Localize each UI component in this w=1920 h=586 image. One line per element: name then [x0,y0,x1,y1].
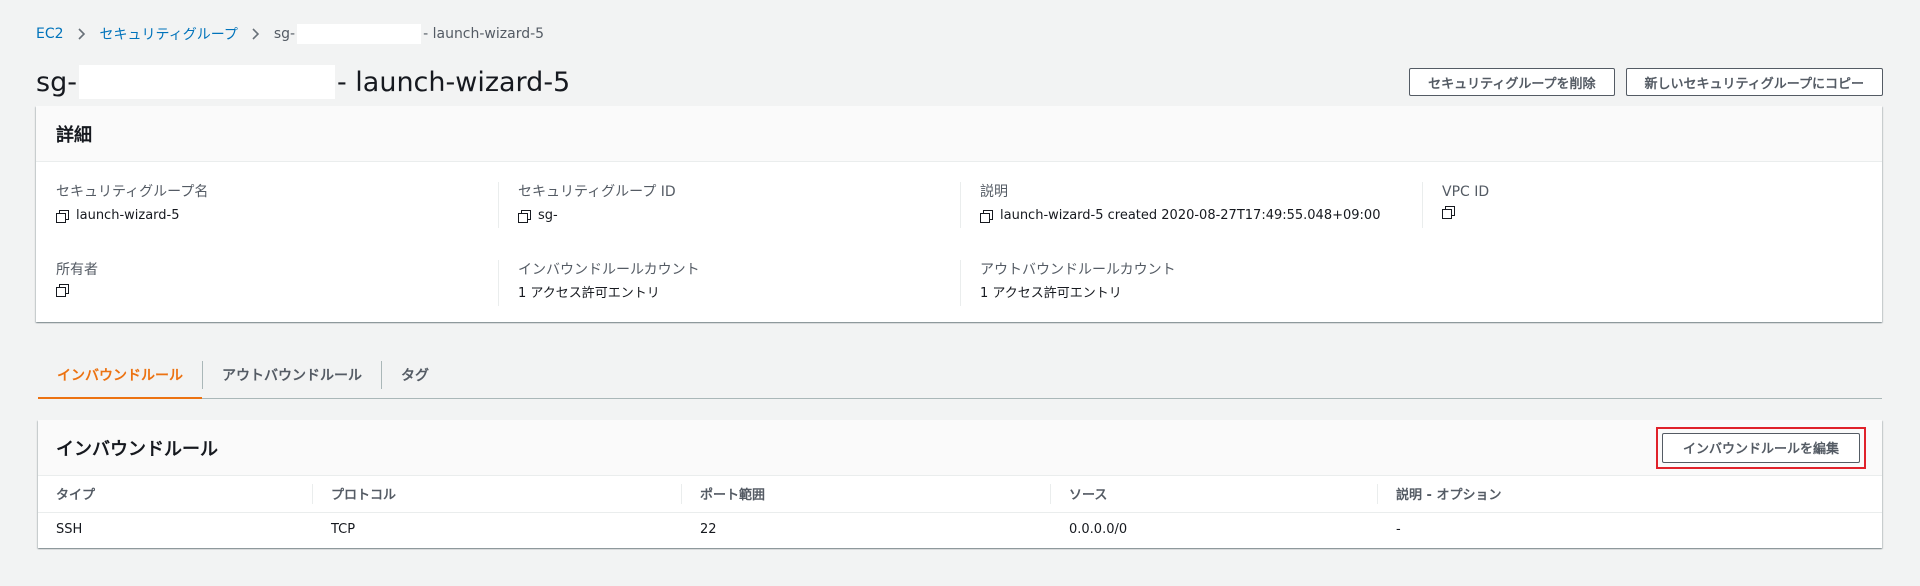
copy-icon[interactable] [980,209,993,223]
details-header: 詳細 [36,106,1882,162]
column-header-label: ポート範囲 [700,488,766,504]
column-divider [960,182,961,228]
column-header-label: タイプ [56,488,96,504]
page-title-prefix: sg- [36,66,77,98]
field-value [1442,206,1882,219]
column-divider [498,260,499,306]
cell-type: SSH [56,522,83,538]
breadcrumb-ec2-link[interactable]: EC2 [36,26,64,42]
table-header-row: タイプ プロトコル ポート範囲 ソース 説明 - オプション [38,476,1882,513]
field-label: セキュリティグループ名 [56,184,209,200]
column-header-label: 説明 - オプション [1396,488,1502,504]
breadcrumb-current: sg- - launch-wizard-5 [274,24,544,44]
cell-port-range: 22 [700,522,717,538]
column-header-label: ソース [1069,488,1108,504]
header-actions: セキュリティグループを削除 新しいセキュリティグループにコピー [1409,68,1883,96]
copy-icon[interactable] [56,284,69,297]
cell-protocol: TCP [331,522,356,538]
cell-description: - [1396,522,1401,538]
redacted-area [78,65,335,99]
redacted-area [297,24,422,44]
field-owner: 所有者 [56,260,496,297]
details-grid: セキュリティグループ名 launch-wizard-5 セキュリティグループ I… [36,162,1882,322]
details-panel: 詳細 セキュリティグループ名 launch-wizard-5 セキュリティグルー… [36,106,1882,322]
field-security-group-name: セキュリティグループ名 launch-wizard-5 [56,182,496,226]
field-value: launch-wizard-5 created 2020-08-27T17:49… [980,206,1420,226]
field-value-text: launch-wizard-5 created 2020-08-27T17:49… [1000,208,1381,223]
page-title: sg- - launch-wizard-5 [36,62,570,102]
delete-security-group-button[interactable]: セキュリティグループを削除 [1409,68,1615,96]
field-value: sg- [518,206,958,226]
field-label: 説明 [980,184,1008,200]
field-inbound-rule-count: インバウンドルールカウント 1 アクセス許可エントリ [518,260,958,304]
tab-outbound-rules[interactable]: アウトバウンドルール [203,352,381,398]
inbound-rules-header: インバウンドルール インバウンドルールを編集 [38,420,1882,476]
inbound-rules-panel: インバウンドルール インバウンドルールを編集 タイプ プロトコル ポート範囲 ソ… [38,420,1882,548]
copy-icon[interactable] [518,209,531,223]
field-value-text: sg- [538,208,558,223]
field-label: VPC ID [1442,184,1490,200]
tab-inbound-rules[interactable]: インバウンドルール [38,352,202,399]
field-description: 説明 launch-wizard-5 created 2020-08-27T17… [980,182,1420,226]
column-divider [1422,182,1423,228]
column-divider [498,182,499,228]
field-value [56,284,496,297]
chevron-right-icon [77,28,86,40]
chevron-right-icon [252,28,260,40]
column-header-label: プロトコル [331,488,397,504]
field-value: 1 アクセス許可エントリ [980,284,1420,304]
field-outbound-rule-count: アウトバウンドルールカウント 1 アクセス許可エントリ [980,260,1420,304]
breadcrumb-security-groups-link[interactable]: セキュリティグループ [100,24,238,44]
field-label: アウトバウンドルールカウント [980,262,1176,278]
breadcrumb-current-prefix: sg- [273,26,296,42]
field-value: launch-wizard-5 [56,206,496,226]
breadcrumb-current-suffix: - launch-wizard-5 [423,26,545,42]
page-title-suffix: - launch-wizard-5 [336,66,571,98]
field-label: インバウンドルールカウント [518,262,700,278]
field-vpc-id: VPC ID [1442,182,1882,219]
inbound-rules-table: タイプ プロトコル ポート範囲 ソース 説明 - オプション SSH TCP 2… [38,476,1882,547]
edit-inbound-rules-button[interactable]: インバウンドルールを編集 [1661,432,1860,463]
column-header-port-range[interactable]: ポート範囲 [682,476,1051,513]
column-header-protocol[interactable]: プロトコル [313,476,682,513]
field-label: 所有者 [56,262,98,278]
inbound-rules-title: インバウンドルール [56,438,218,460]
field-value: 1 アクセス許可エントリ [518,284,958,304]
field-value-text: 1 アクセス許可エントリ [980,286,1122,301]
breadcrumb: EC2 セキュリティグループ sg- - launch-wizard-5 [36,24,544,44]
field-value-text: 1 アクセス許可エントリ [518,286,660,301]
field-value-text: launch-wizard-5 [76,208,180,223]
table-row: SSH TCP 22 0.0.0.0/0 - [38,512,1882,547]
copy-icon[interactable] [1442,206,1455,219]
tab-tags[interactable]: タグ [382,352,448,398]
column-header-description[interactable]: 説明 - オプション [1378,476,1882,513]
highlight-box: インバウンドルールを編集 [1655,426,1866,469]
column-header-type[interactable]: タイプ [38,476,313,513]
tabs: インバウンドルール アウトバウンドルール タグ [38,352,1882,399]
copy-to-new-security-group-button[interactable]: 新しいセキュリティグループにコピー [1625,68,1883,96]
column-header-source[interactable]: ソース [1051,476,1378,513]
field-label: セキュリティグループ ID [518,184,676,200]
field-security-group-id: セキュリティグループ ID sg- [518,182,958,226]
copy-icon[interactable] [56,209,69,223]
cell-source: 0.0.0.0/0 [1069,522,1128,538]
column-divider [960,260,961,306]
